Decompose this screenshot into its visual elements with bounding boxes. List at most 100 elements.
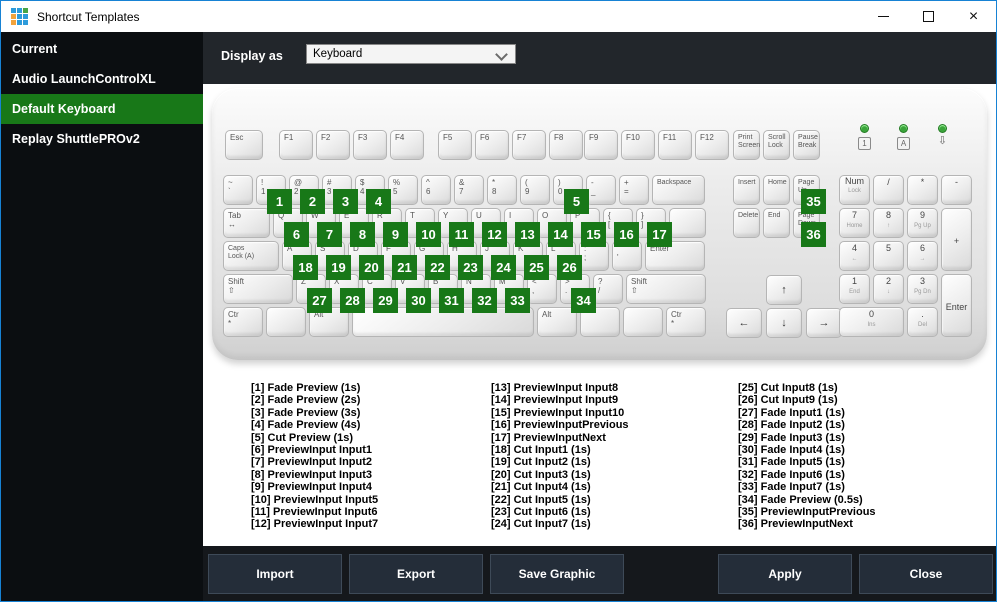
key-np-6: 6 → xyxy=(907,241,938,271)
key-4: $4 4 xyxy=(355,175,391,214)
key-arrow-left: ← xyxy=(726,308,762,338)
key-badge-15: 15 xyxy=(581,222,606,247)
key-y: Y 11 xyxy=(438,208,474,247)
function-key-group-3: F9 F10 F11 F12 xyxy=(584,130,732,160)
key-f5: F5 xyxy=(438,130,472,160)
key-badge-25: 25 xyxy=(524,255,549,280)
key-np-7: 7 Home xyxy=(839,208,870,238)
chevron-down-icon xyxy=(495,48,508,61)
key-f9: F9 xyxy=(584,130,618,160)
key-np-1: 1 End xyxy=(839,274,870,304)
legend-column-2: [13] PreviewInput Input8 [14] PreviewInpu… xyxy=(491,382,731,531)
template-list-sidebar: Current Audio LaunchControlXL Default Keyb… xyxy=(1,32,203,601)
key-badge-5: 5 xyxy=(564,189,589,214)
key-badge-12: 12 xyxy=(482,222,507,247)
key-bracket-close: }] 17 xyxy=(636,208,672,247)
key-o: O 14 xyxy=(537,208,573,247)
caps-lock-led-icon: A xyxy=(896,124,911,150)
sidebar-item-audio-launchcontrolxl[interactable]: Audio LaunchControlXL xyxy=(1,64,203,94)
key-badge-11: 11 xyxy=(449,222,474,247)
sidebar-item-current[interactable]: Current xyxy=(1,34,203,64)
key-f4: F4 xyxy=(390,130,424,160)
key-badge-20: 20 xyxy=(359,255,384,280)
key-badge-22: 22 xyxy=(425,255,450,280)
sidebar-item-default-keyboard[interactable]: Default Keyboard xyxy=(1,94,203,124)
close-button[interactable]: Close xyxy=(859,553,993,594)
key-home: Home xyxy=(763,175,790,205)
key-shift-left: Shift ⇧ xyxy=(223,274,293,304)
key-arrow-down: ↓ xyxy=(766,308,802,338)
key-f11: F11 xyxy=(658,130,692,160)
key-np-5: 5 xyxy=(873,241,904,271)
key-ctrl-right: Ctr * xyxy=(666,307,706,337)
key-i: I 13 xyxy=(504,208,540,247)
key-np-decimal: . Del xyxy=(907,307,938,337)
legend-entry: [26] Cut Input9 (1s) xyxy=(738,394,838,407)
maximize-button[interactable] xyxy=(906,1,951,32)
sidebar-item-replay-shuttleprov2[interactable]: Replay ShuttlePROv2 xyxy=(1,124,203,154)
window-controls: × xyxy=(861,1,996,32)
scroll-lock-led-icon: ⇩ xyxy=(935,124,950,150)
key-9: (9 xyxy=(520,175,550,205)
key-badge-28: 28 xyxy=(340,288,365,313)
key-bracket-open: {[16 xyxy=(603,208,639,247)
key-page-up: PageUp35 xyxy=(793,175,826,214)
legend-entry: [1] Fade Preview (1s) xyxy=(251,382,361,394)
key-badge-26: 26 xyxy=(557,255,582,280)
nav-key-block: InsertHomePageUp35DeleteEndPageDown36 xyxy=(733,175,826,247)
key-esc: Esc xyxy=(225,130,263,160)
key-0: ) 0 5 xyxy=(553,175,589,214)
legend-entry: [34] Fade Preview (0.5s) xyxy=(738,493,863,506)
key-np-add: + xyxy=(941,208,972,271)
key-t: T 10 xyxy=(405,208,441,247)
legend-entry: [12] PreviewInput Input7 xyxy=(251,518,379,531)
key-badge-18: 18 xyxy=(293,255,318,280)
num-lock-led-icon: 1 xyxy=(857,124,872,150)
key-f1: F1 xyxy=(279,130,313,160)
import-button[interactable]: Import xyxy=(208,553,342,594)
key-f12: F12 xyxy=(695,130,729,160)
minimize-button[interactable] xyxy=(861,1,906,32)
key-np-multiply: * xyxy=(907,175,938,205)
function-key-group-1: F1 F2 F3 F4 xyxy=(279,130,427,160)
key-badge-19: 19 xyxy=(326,255,351,280)
key-insert: Insert xyxy=(733,175,760,205)
export-button[interactable]: Export xyxy=(349,553,483,594)
apply-button[interactable]: Apply xyxy=(718,553,852,594)
key-win-left xyxy=(266,307,306,337)
legend-entry: [27] Fade Input1 (1s) xyxy=(738,406,845,419)
legend-column-3: [25] Cut Input8 (1s) [26] Cut Input9 (1s)… xyxy=(738,382,978,531)
display-as-bar: Display as Keyboard xyxy=(203,32,996,84)
key-badge-31: 31 xyxy=(439,288,464,313)
key-6: ^ 6 xyxy=(421,175,451,205)
key-7: & 7 xyxy=(454,175,484,205)
main-key-block: ~ `! 1 1 @2 2 #3 3 $4 4% 5 ^ 6 & 7 * 8(9) 0 5- _ + = Backspace… xyxy=(223,175,709,340)
legend-entry: [25] Cut Input8 (1s) xyxy=(738,382,838,394)
key-3: #3 3 xyxy=(322,175,358,214)
legend-entry: [35] PreviewInputPrevious xyxy=(738,506,876,519)
key-minus: - _ xyxy=(586,175,616,205)
app-grid-logo-icon xyxy=(11,8,28,25)
key-equals: + = xyxy=(619,175,649,205)
display-as-select[interactable]: Keyboard xyxy=(306,44,516,64)
key-8: * 8 xyxy=(487,175,517,205)
legend-entry: [30] Fade Input4 (1s) xyxy=(738,444,845,457)
legend-entry: [2] Fade Preview (2s) xyxy=(251,394,361,407)
system-key-group: Print Screen Scroll Lock Pause Break xyxy=(733,130,823,160)
key-badge-32: 32 xyxy=(472,288,497,313)
key-badge-14: 14 xyxy=(548,222,573,247)
key-badge-7: 7 xyxy=(317,222,342,247)
close-button[interactable]: × xyxy=(951,1,996,32)
key-badge-30: 30 xyxy=(406,288,431,313)
key-arrow-up: ↑ xyxy=(766,275,802,305)
key-5: % 5 xyxy=(388,175,418,205)
key-f7: F7 xyxy=(512,130,546,160)
template-preview-area: Esc F1 F2 F3 F4 F5 F6 F7 F8 F9 F10 F11 F12 Print Scree… xyxy=(203,84,996,546)
shortcut-templates-window: Shortcut Templates × Current Audio Launch… xyxy=(0,0,997,602)
key-u: U 12 xyxy=(471,208,507,247)
legend-entry: [21] Cut Input4 (1s) xyxy=(491,481,591,494)
legend-entry: [31] Fade Input5 (1s) xyxy=(738,456,845,469)
legend-entry: [32] Fade Input6 (1s) xyxy=(738,468,845,481)
save-graphic-button[interactable]: Save Graphic xyxy=(490,553,624,594)
key-badge-2: 2 xyxy=(300,189,325,214)
